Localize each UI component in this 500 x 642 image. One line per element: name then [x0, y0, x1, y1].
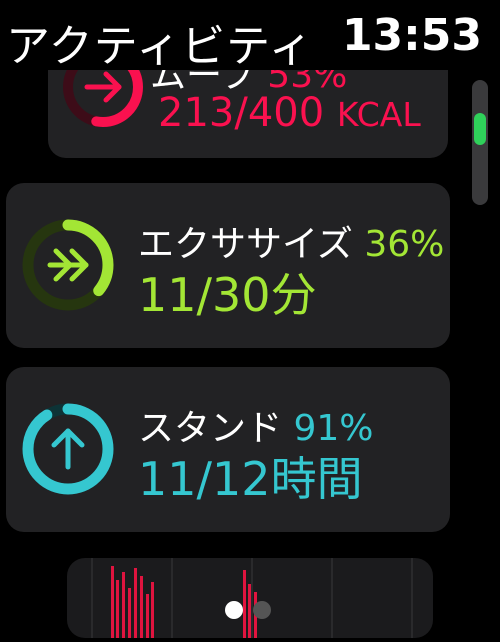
exercise-ring-svg	[22, 219, 114, 311]
stand-ring-svg	[22, 403, 114, 495]
arrow-up-icon	[51, 428, 85, 470]
history-bar	[122, 572, 125, 638]
scroll-thumb[interactable]	[474, 113, 486, 145]
history-bar	[151, 582, 154, 638]
page-indicator	[220, 598, 280, 622]
stand-ring	[16, 397, 120, 501]
exercise-ring	[16, 213, 120, 317]
page-dot-active	[225, 601, 243, 619]
history-bar	[140, 576, 143, 638]
move-value: 213/400	[158, 90, 325, 136]
exercise-value: 11/30分	[138, 268, 317, 322]
clock: 13:53	[341, 10, 482, 61]
history-bar	[128, 588, 131, 638]
move-unit: KCAL	[336, 95, 421, 134]
double-arrow-right-icon	[47, 248, 89, 282]
history-bar	[111, 566, 114, 638]
scroll-indicator[interactable]	[472, 80, 488, 205]
history-bar	[116, 580, 119, 638]
move-value-row: 213/400 KCAL	[158, 90, 421, 136]
stand-card[interactable]: スタンド 91% 11/12時間	[6, 367, 450, 532]
history-bar	[146, 594, 149, 638]
exercise-percent: 36%	[364, 224, 445, 265]
stand-value: 11/12時間	[138, 452, 363, 506]
app-title: アクティビティ	[6, 21, 314, 72]
history-bar	[134, 568, 137, 638]
status-bar: アクティビティ 13:53	[0, 0, 500, 72]
arrow-right-icon	[84, 71, 122, 103]
page-dot-inactive	[253, 601, 271, 619]
exercise-card[interactable]: エクササイズ 36% 11/30分	[6, 183, 450, 348]
